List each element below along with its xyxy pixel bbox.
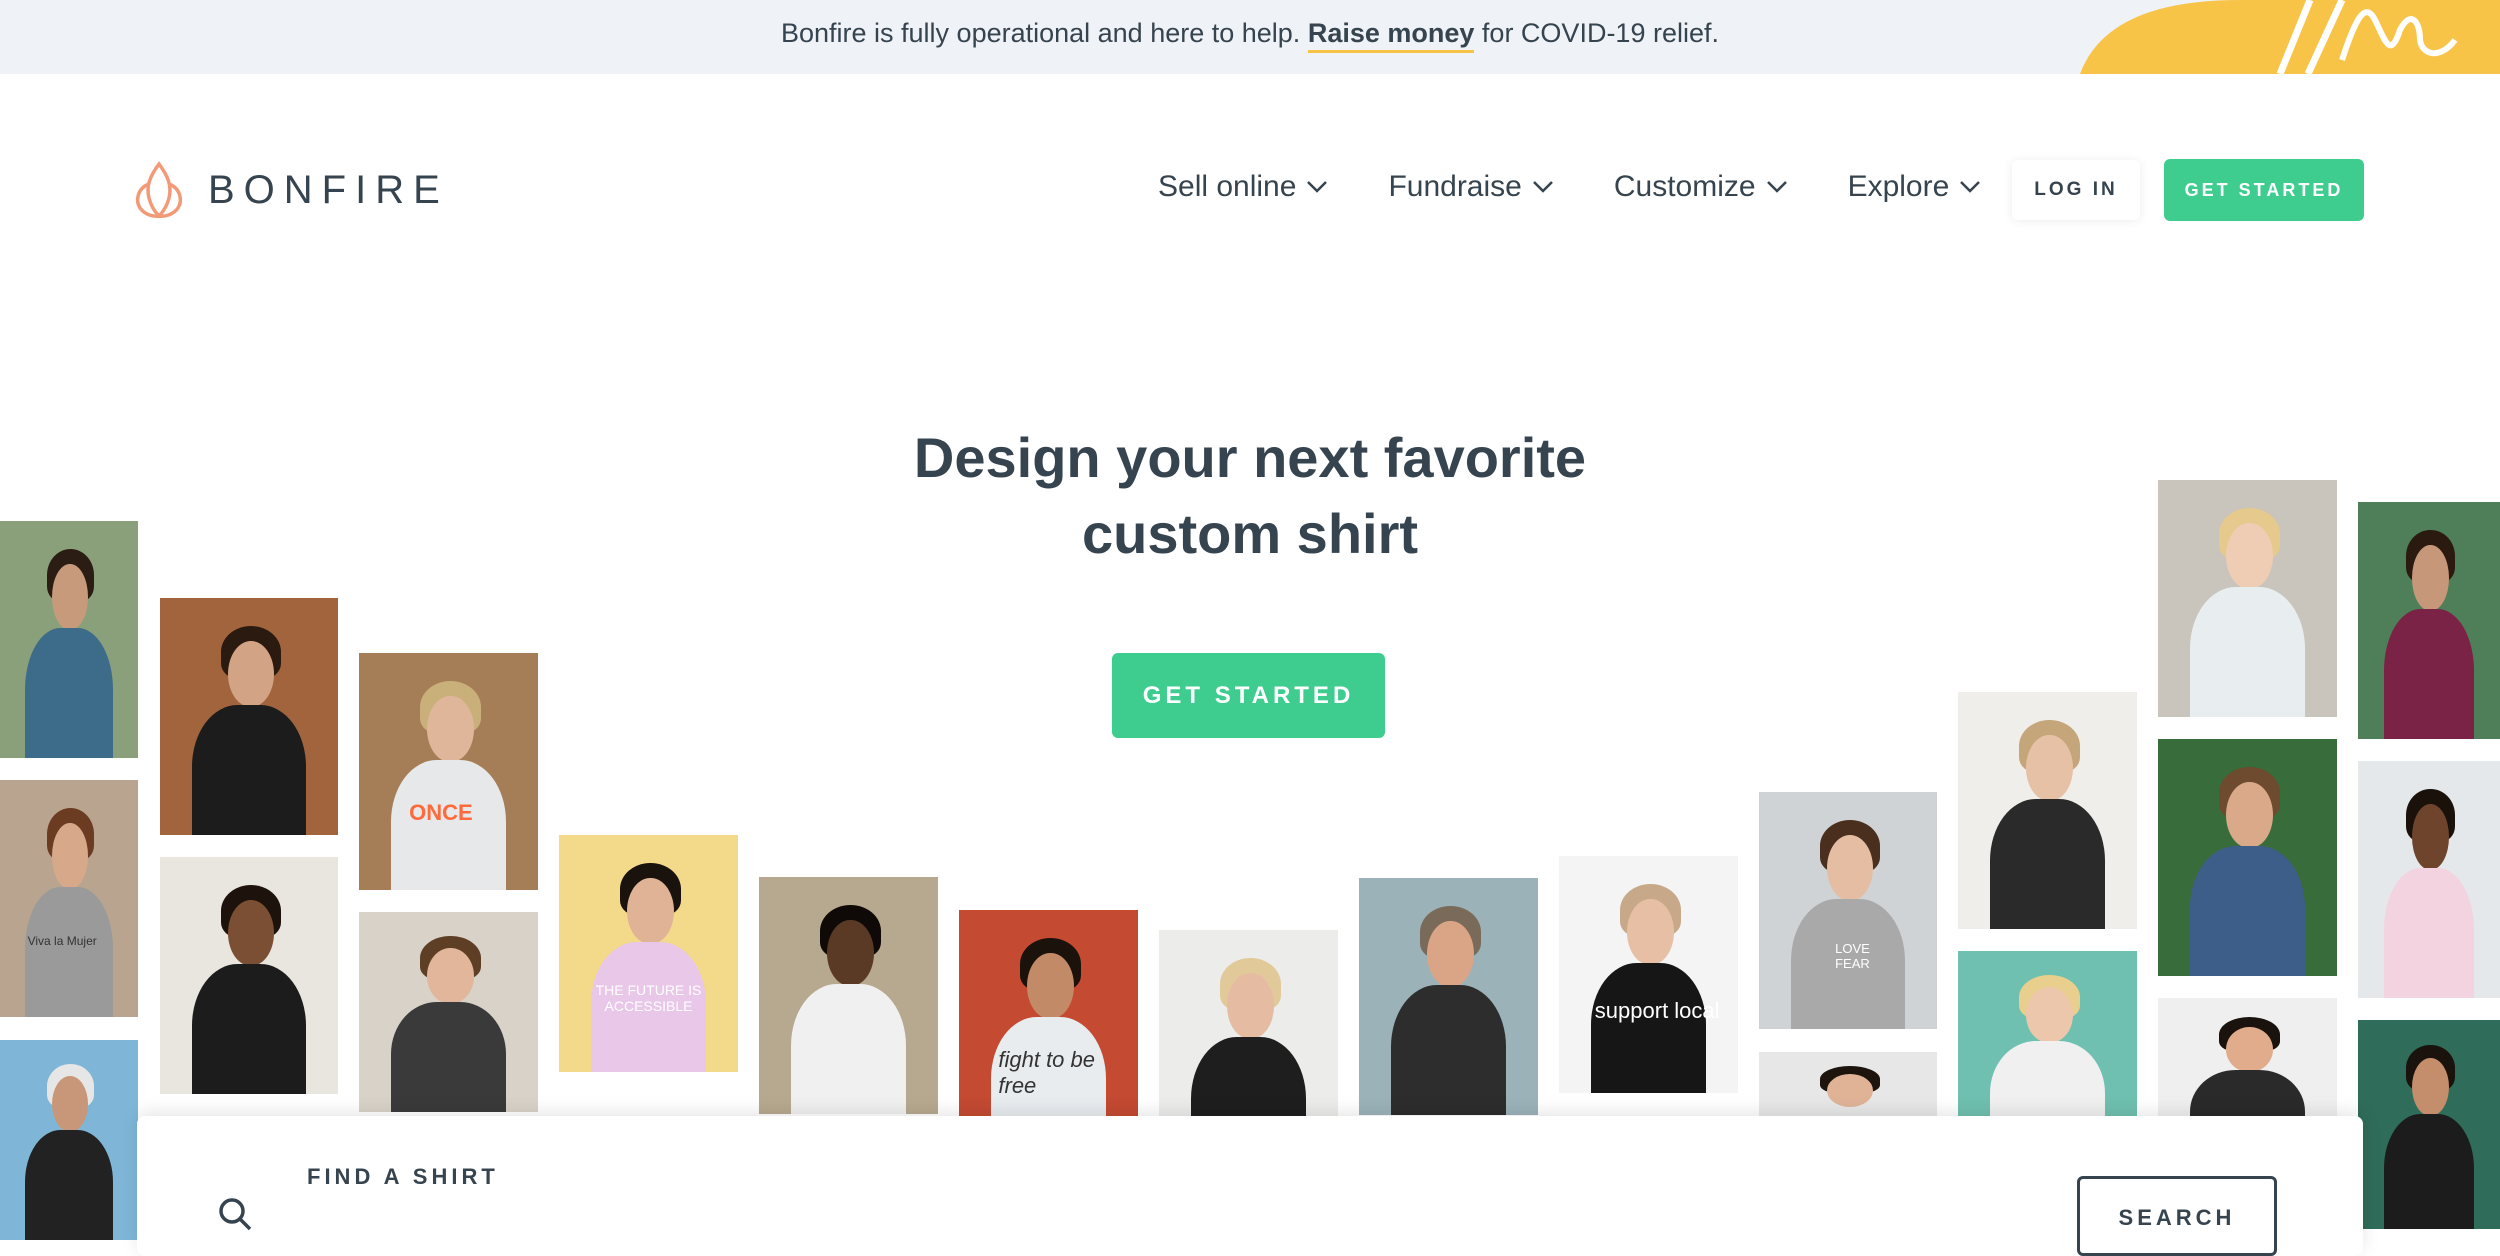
- search-icon: [219, 1198, 252, 1231]
- brand-name: BONFIRE: [208, 167, 449, 212]
- nav-customize[interactable]: Customize: [1614, 170, 1788, 204]
- nav-fundraise[interactable]: Fundraise: [1388, 170, 1553, 204]
- search-label: FIND A SHIRT: [307, 1164, 499, 1189]
- chevron-down-icon: [1960, 181, 1981, 193]
- shirt-print-text: support local: [1594, 998, 1720, 1024]
- shirt-print-text: fight to be free: [998, 1047, 1096, 1099]
- hero-get-started-button[interactable]: GET STARTED: [1112, 653, 1385, 738]
- decorative-swoosh-graphic: [2080, 0, 2500, 74]
- login-button[interactable]: LOG IN: [2012, 160, 2140, 220]
- product-photo: [0, 1040, 138, 1240]
- nav-label: Explore: [1847, 170, 1950, 203]
- product-photo: [2358, 1020, 2500, 1229]
- product-photo: [2358, 761, 2500, 998]
- chevron-down-icon: [1307, 181, 1328, 193]
- find-shirt-panel: FIND A SHIRT SEARCH: [137, 1116, 2363, 1256]
- product-photo: fight to be free: [959, 910, 1138, 1147]
- shirt-print-text: LOVE FEAR: [1835, 941, 1870, 972]
- shirt-print-text: Viva la Mujer: [27, 934, 97, 949]
- product-photo: [160, 598, 338, 835]
- product-photo: THE FUTURE IS ACCESSIBLE: [559, 835, 738, 1072]
- product-photo: support local: [1559, 856, 1738, 1093]
- nav-label: Fundraise: [1388, 170, 1522, 203]
- nav-explore[interactable]: Explore: [1848, 170, 1982, 204]
- hero-title-line1: Design your next favorite: [913, 426, 1587, 489]
- shirt-print-text: THE FUTURE IS ACCESSIBLE: [595, 981, 702, 1014]
- site-header: BONFIRE Sell online Fundraise Customize …: [0, 74, 2500, 304]
- chevron-down-icon: [1766, 181, 1787, 193]
- announcement-prefix: Bonfire is fully operational and here to…: [780, 18, 1301, 48]
- nav-label: Sell online: [1158, 170, 1297, 203]
- main-nav: Sell online Fundraise Customize Explore: [1158, 170, 1981, 204]
- product-photo: [160, 857, 338, 1094]
- bonfire-logo[interactable]: BONFIRE: [132, 160, 449, 220]
- product-photo: [1958, 692, 2137, 929]
- nav-label: Customize: [1613, 170, 1756, 203]
- product-photo: [359, 912, 538, 1112]
- announcement-suffix: for COVID-19 relief.: [1481, 18, 1719, 48]
- product-photo: Viva la Mujer: [0, 780, 138, 1017]
- shirt-print-text: ONCE: [409, 799, 473, 825]
- search-button[interactable]: SEARCH: [2077, 1176, 2277, 1256]
- product-photo: ONCE: [359, 653, 538, 890]
- raise-money-link[interactable]: Raise money: [1307, 18, 1475, 53]
- product-photo: [759, 877, 938, 1114]
- hero-title: Design your next favorite custom shirt: [0, 420, 2500, 572]
- product-photo: [1359, 878, 1538, 1115]
- product-photo: [2158, 739, 2337, 976]
- product-photo: LOVE FEAR: [1759, 792, 1937, 1029]
- hero-title-line2: custom shirt: [1081, 502, 1419, 565]
- chevron-down-icon: [1532, 181, 1553, 193]
- header-get-started-button[interactable]: GET STARTED: [2164, 159, 2364, 221]
- announcement-bar: Bonfire is fully operational and here to…: [0, 0, 2500, 74]
- nav-sell-online[interactable]: Sell online: [1158, 170, 1328, 204]
- flame-logo-icon: [136, 161, 182, 219]
